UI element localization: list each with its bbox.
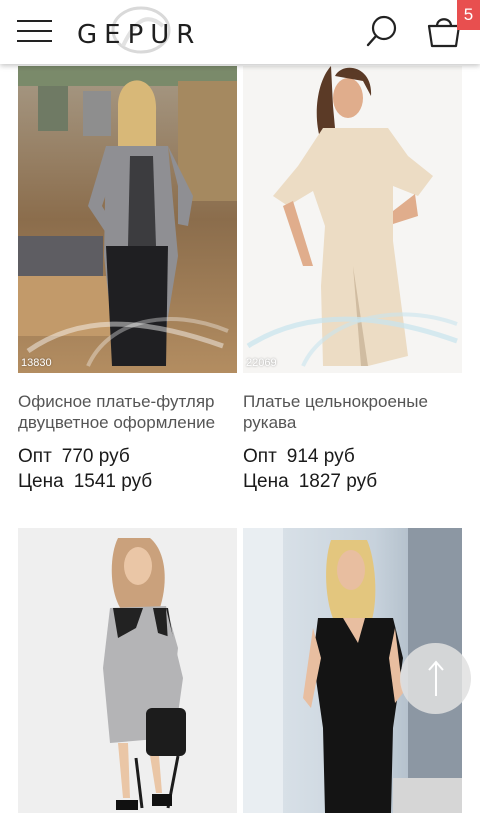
- wholesale-price: Опт 770 руб: [18, 446, 130, 468]
- arrow-up-icon: [428, 660, 444, 696]
- top-header: GEPUR 5: [0, 0, 480, 64]
- retail-price-label: Цена: [243, 471, 289, 492]
- wholesale-price-value: 914 руб: [286, 446, 355, 467]
- wholesale-price: Опт 914 руб: [243, 446, 355, 468]
- scroll-to-top-button[interactable]: [400, 643, 471, 714]
- retail-price: Цена 1541 руб: [18, 471, 152, 493]
- retail-price-value: 1541 руб: [73, 471, 153, 492]
- wholesale-price-label: Опт: [18, 446, 52, 467]
- product-sku: 13830: [21, 357, 52, 369]
- product-title[interactable]: Офисное платье-футляр двуцветное оформле…: [18, 391, 248, 433]
- retail-price-label: Цена: [18, 471, 64, 492]
- retail-price: Цена 1827 руб: [243, 471, 377, 493]
- product-title[interactable]: Платье цельнокроеные рукава: [243, 391, 473, 433]
- search-icon[interactable]: [364, 14, 400, 50]
- brand-logo[interactable]: GEPUR: [77, 6, 217, 56]
- retail-price-value: 1827 руб: [298, 471, 378, 492]
- hamburger-menu-icon[interactable]: [17, 19, 52, 43]
- product-sku: 22069: [246, 357, 277, 369]
- wholesale-price-label: Опт: [243, 446, 277, 467]
- wholesale-price-value: 770 руб: [61, 446, 130, 467]
- brand-name: GEPUR: [77, 20, 202, 50]
- product-image[interactable]: [18, 528, 237, 813]
- cart-count-badge[interactable]: 5: [457, 0, 480, 30]
- product-image[interactable]: 13830: [18, 66, 237, 373]
- product-image[interactable]: 22069: [243, 66, 462, 373]
